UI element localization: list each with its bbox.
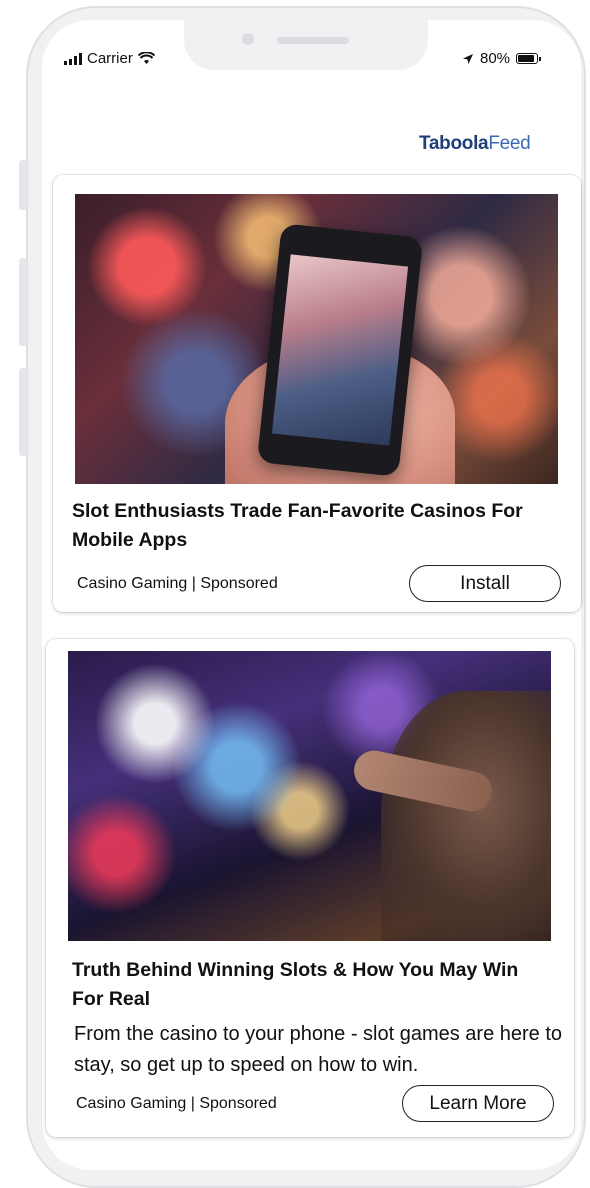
location-arrow-icon	[463, 53, 473, 64]
volume-up-button	[19, 258, 27, 346]
battery-percent: 80%	[480, 50, 511, 67]
taboola-feed-logo: TaboolaFeed	[419, 133, 531, 154]
card-image[interactable]	[68, 651, 551, 941]
battery-icon	[516, 53, 542, 64]
feed-card[interactable]: Slot Enthusiasts Trade Fan-Favorite Casi…	[53, 175, 581, 612]
volume-down-button	[19, 368, 27, 456]
wifi-icon	[137, 52, 155, 64]
front-camera	[242, 33, 254, 45]
card-description: From the casino to your phone - slot gam…	[74, 1023, 563, 1076]
card-title[interactable]: Slot Enthusiasts Trade Fan-Favorite Casi…	[72, 497, 532, 555]
card-image[interactable]	[75, 194, 558, 484]
card-meta: Casino Gaming | Sponsored	[77, 575, 278, 592]
earpiece-speaker	[277, 37, 349, 44]
install-button[interactable]: Install	[409, 565, 561, 602]
status-bar-right: 80%	[462, 50, 542, 67]
carrier-label: Carrier	[87, 50, 133, 67]
learn-more-button[interactable]: Learn More	[402, 1085, 554, 1122]
mute-switch	[19, 160, 27, 210]
card-title[interactable]: Truth Behind Winning Slots & How You May…	[72, 956, 552, 1014]
feed-card[interactable]: Truth Behind Winning Slots & How You May…	[46, 639, 574, 1137]
signal-icon	[64, 52, 82, 65]
card-meta: Casino Gaming | Sponsored	[76, 1095, 277, 1112]
phone-notch	[184, 20, 428, 70]
status-bar-left: Carrier	[64, 50, 155, 67]
